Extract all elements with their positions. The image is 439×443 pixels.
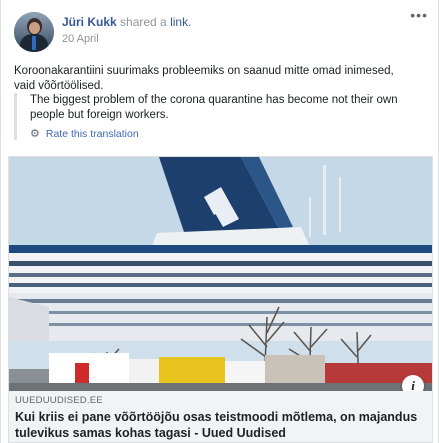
gear-icon: ⚙ — [30, 128, 40, 140]
post-text: Koroonakarantiini suurimaks probleemiks … — [14, 65, 394, 92]
link-domain: UUEDUUDISED.EE — [15, 395, 103, 406]
post-meta: Jüri Kukk shared a link. 20 April — [62, 12, 191, 47]
rate-translation-link[interactable]: ⚙ Rate this translation — [30, 127, 426, 141]
post-date[interactable]: 20 April — [62, 32, 191, 47]
link-headline[interactable]: Kui kriis ei pane võõrtööjõu osas teistm… — [15, 409, 428, 441]
translation-text: The biggest problem of the corona quaran… — [30, 94, 398, 121]
action-text: shared a — [120, 15, 167, 29]
post-byline: Jüri Kukk shared a link. — [62, 15, 191, 30]
rate-translation-label: Rate this translation — [45, 127, 139, 140]
more-options-icon[interactable]: ••• — [410, 8, 428, 22]
link-preview-image[interactable] — [9, 157, 432, 391]
facebook-post: Jüri Kukk shared a link. 20 April ••• Ko… — [0, 0, 439, 443]
action-link[interactable]: link. — [170, 15, 191, 29]
link-caption[interactable]: UUEDUUDISED.EE Kui kriis ei pane võõrtöö… — [9, 391, 432, 442]
author-name[interactable]: Jüri Kukk — [62, 15, 117, 29]
translation-block: The biggest problem of the corona quaran… — [14, 93, 426, 140]
post-header: Jüri Kukk shared a link. 20 April — [14, 12, 191, 52]
author-avatar[interactable] — [14, 12, 54, 52]
link-preview-card[interactable]: i UUEDUUDISED.EE Kui kriis ei pane võõrt… — [8, 156, 433, 443]
